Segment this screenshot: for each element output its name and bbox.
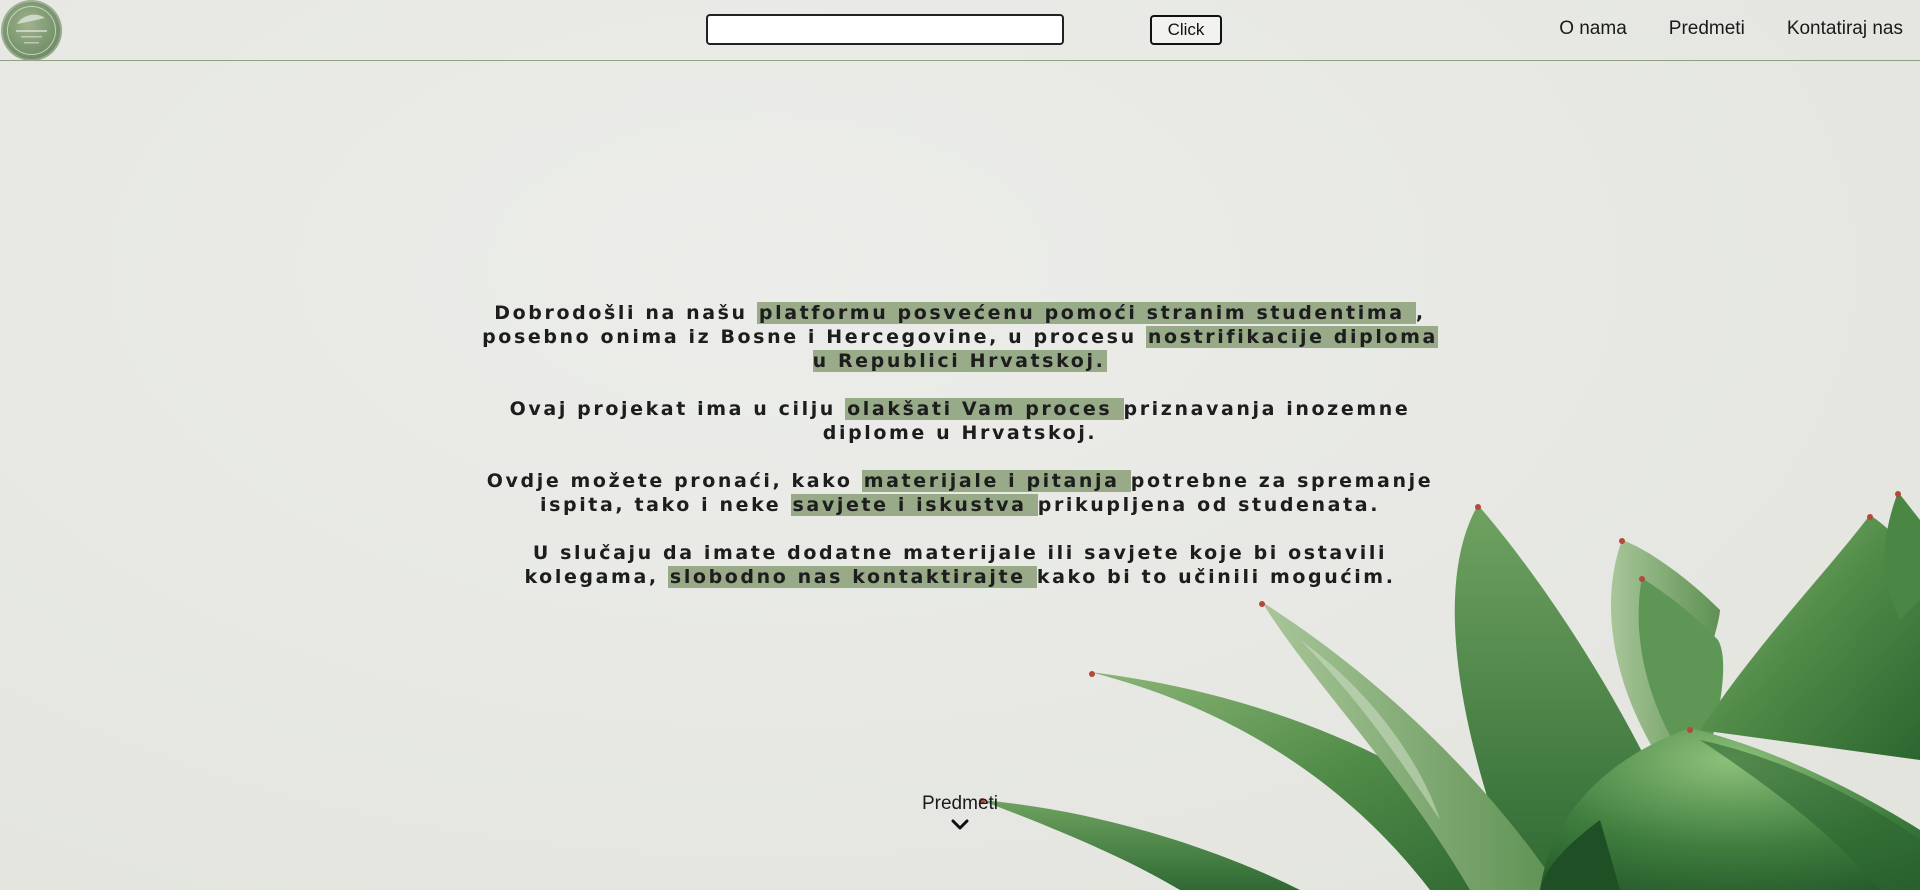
scroll-link-label: Predmeti — [921, 793, 999, 814]
intro-paragraph: Dobrodošli na našu platformu posvećenu p… — [475, 301, 1445, 373]
highlighted-phrase: materijale i pitanja — [861, 470, 1131, 492]
intro-text-segment: Ovdje možete pronaći, kako — [486, 470, 862, 492]
site-logo[interactable] — [1, 0, 62, 61]
nav-item-predmeti[interactable]: Predmeti — [1669, 18, 1745, 40]
nav-item-kontakt[interactable]: Kontatiraj nas — [1787, 18, 1903, 40]
highlighted-phrase: platformu posvećenu pomoći stranim stude… — [756, 302, 1416, 324]
scroll-to-predmeti-link[interactable]: Predmeti — [880, 793, 1040, 831]
intro-paragraph: U slučaju da imate dodatne materijale il… — [475, 541, 1445, 589]
chevron-down-icon — [951, 819, 969, 830]
intro-text-segment: Ovaj projekat ima u cilju — [509, 398, 846, 420]
highlighted-phrase: savjete i iskustva — [790, 494, 1038, 516]
intro-text-segment: kako bi to učinili mogućim. — [1036, 566, 1396, 588]
search-button[interactable]: Click — [1150, 15, 1222, 45]
highlighted-phrase: olakšati Vam proces — [845, 398, 1124, 420]
intro-paragraph: Ovdje možete pronaći, kako materijale i … — [475, 469, 1445, 517]
intro-text: Dobrodošli na našu platformu posvećenu p… — [475, 301, 1445, 613]
intro-text-segment: Dobrodošli na našu — [494, 302, 757, 324]
highlighted-phrase: slobodno nas kontaktirajte — [667, 566, 1037, 588]
main-nav: O nama Predmeti Kontatiraj nas — [1559, 18, 1903, 40]
intro-paragraph: Ovaj projekat ima u cilju olakšati Vam p… — [475, 397, 1445, 445]
page: Click O nama Predmeti Kontatiraj nas Dob… — [0, 0, 1920, 890]
top-bar: Click O nama Predmeti Kontatiraj nas — [0, 0, 1920, 61]
leaf-logo-icon — [7, 6, 56, 55]
search-input[interactable] — [706, 14, 1064, 45]
nav-item-o-nama[interactable]: O nama — [1559, 18, 1627, 40]
intro-text-segment: prikupljena od studenata. — [1037, 494, 1381, 516]
